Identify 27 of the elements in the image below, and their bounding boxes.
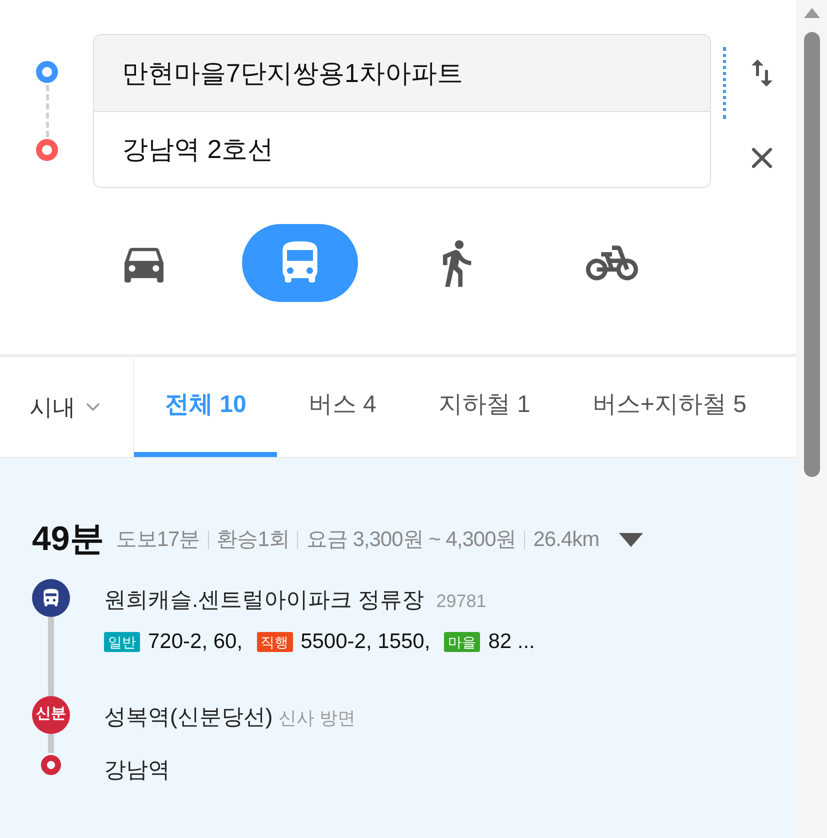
route-result-card[interactable]: 49분 도보17분 환승1회 요금 3,300원 ~ 4,300원 26.4km 원희캐슬.센트럴아이파크 정류장 29781 일반 720-2, 60, 직행 5500-2, 1550, 마을 82 ... 신분 성복역(신분당선) 신사 방면 강남역 — [0, 458, 796, 838]
travel-time: 49분 — [32, 519, 104, 560]
route-detail: 환승1회 — [216, 526, 290, 553]
scrollbar-thumb[interactable] — [804, 32, 820, 477]
bus-numbers: 5500-2, 1550, — [300, 629, 430, 655]
scrollbar[interactable] — [796, 0, 827, 838]
bus-numbers: 82 ... — [488, 629, 535, 655]
region-dropdown[interactable]: 시내 — [0, 357, 134, 457]
stop-name: 강남역 — [104, 756, 170, 784]
stop-code: 29781 — [436, 590, 486, 613]
origin-field[interactable]: 만현마을7단지쌍용1차아파트 — [94, 35, 710, 112]
scroll-up-arrow-icon[interactable] — [804, 8, 820, 18]
route-detail: 요금 3,300원 ~ 4,300원 — [306, 526, 516, 553]
route-detail: 도보17분 — [116, 526, 200, 553]
bus-type-tag: 마을 — [444, 632, 480, 652]
route-tab[interactable]: 지하철 1 — [407, 357, 562, 457]
route-detail: 26.4km — [533, 526, 600, 553]
line-badge: 신분 — [32, 696, 70, 734]
bus-type-tag: 일반 — [104, 632, 140, 652]
direction-text: 신사 방면 — [278, 706, 356, 730]
stop-name: 성복역(신분당선) — [104, 702, 273, 730]
expand-triangle-icon[interactable] — [619, 532, 644, 546]
bus-type-tag: 직행 — [256, 632, 293, 652]
stop-name: 원희캐슬.센트럴아이파크 정류장 — [104, 586, 424, 614]
bus-numbers: 720-2, 60, — [148, 629, 243, 655]
route-tab[interactable]: 버스 4 — [277, 357, 408, 457]
route-tab[interactable]: 버스+지하철 5 — [561, 357, 750, 457]
